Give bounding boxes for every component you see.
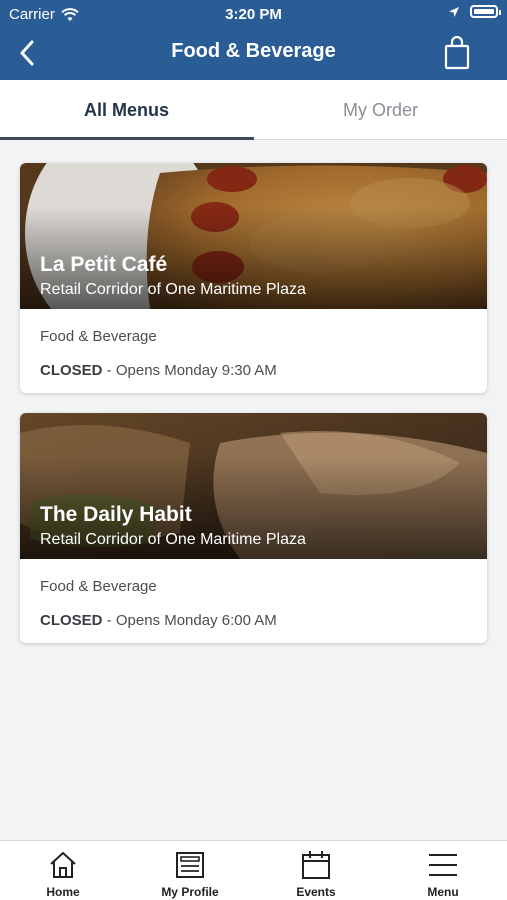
venue-image: The Daily Habit Retail Corridor of One M… bbox=[20, 413, 487, 559]
nav-home-label: Home bbox=[46, 885, 80, 899]
nav-bar: Food & Beverage bbox=[0, 28, 507, 80]
calendar-icon bbox=[302, 851, 330, 879]
venue-category: Food & Beverage bbox=[40, 578, 157, 595]
venue-location: Retail Corridor of One Maritime Plaza bbox=[40, 531, 306, 548]
venue-card[interactable]: The Daily Habit Retail Corridor of One M… bbox=[20, 413, 487, 643]
venue-name: The Daily Habit bbox=[40, 503, 192, 526]
page-title: Food & Beverage bbox=[171, 40, 336, 62]
venue-opening-time: - Opens Monday 9:30 AM bbox=[102, 362, 277, 379]
venue-hours: CLOSED - Opens Monday 6:00 AM bbox=[40, 612, 277, 629]
tab-all-menus-label: All Menus bbox=[83, 99, 169, 120]
status-bar: Carrier 3:20 PM bbox=[0, 0, 507, 28]
home-icon bbox=[50, 852, 76, 878]
hamburger-icon bbox=[429, 854, 457, 876]
status-time: 3:20 PM bbox=[225, 6, 282, 23]
venue-hours: CLOSED - Opens Monday 9:30 AM bbox=[40, 362, 277, 379]
location-arrow-icon bbox=[449, 6, 459, 17]
venue-card[interactable]: La Petit Café Retail Corridor of One Mar… bbox=[20, 163, 487, 393]
venue-name: La Petit Café bbox=[40, 253, 168, 276]
nav-my-profile[interactable]: My Profile bbox=[127, 841, 253, 900]
nav-events-label: Events bbox=[296, 885, 336, 899]
nav-events[interactable]: Events bbox=[253, 841, 379, 900]
venue-category: Food & Beverage bbox=[40, 328, 157, 345]
venue-status: CLOSED bbox=[40, 362, 103, 379]
venue-status: CLOSED bbox=[40, 612, 103, 629]
tab-all-menus[interactable]: All Menus bbox=[0, 80, 253, 140]
profile-icon bbox=[176, 852, 204, 878]
status-right bbox=[448, 5, 501, 18]
venue-opening-time: - Opens Monday 6:00 AM bbox=[102, 612, 277, 629]
nav-my-profile-label: My Profile bbox=[161, 885, 219, 899]
top-bar: Carrier 3:20 PM Food & Beverage bbox=[0, 0, 507, 80]
venue-image: La Petit Café Retail Corridor of One Mar… bbox=[20, 163, 487, 309]
tab-bar: All Menus My Order bbox=[0, 80, 507, 140]
active-tab-indicator bbox=[0, 137, 254, 140]
tab-my-order-label: My Order bbox=[342, 99, 418, 120]
tab-my-order[interactable]: My Order bbox=[254, 80, 507, 140]
bottom-nav: Home My Profile Events Menu bbox=[0, 840, 507, 900]
nav-home[interactable]: Home bbox=[0, 841, 126, 900]
battery-icon bbox=[470, 5, 501, 18]
venue-location: Retail Corridor of One Maritime Plaza bbox=[40, 281, 306, 298]
shopping-bag-icon[interactable] bbox=[443, 36, 471, 70]
nav-menu[interactable]: Menu bbox=[380, 841, 506, 900]
nav-menu-label: Menu bbox=[427, 885, 459, 899]
